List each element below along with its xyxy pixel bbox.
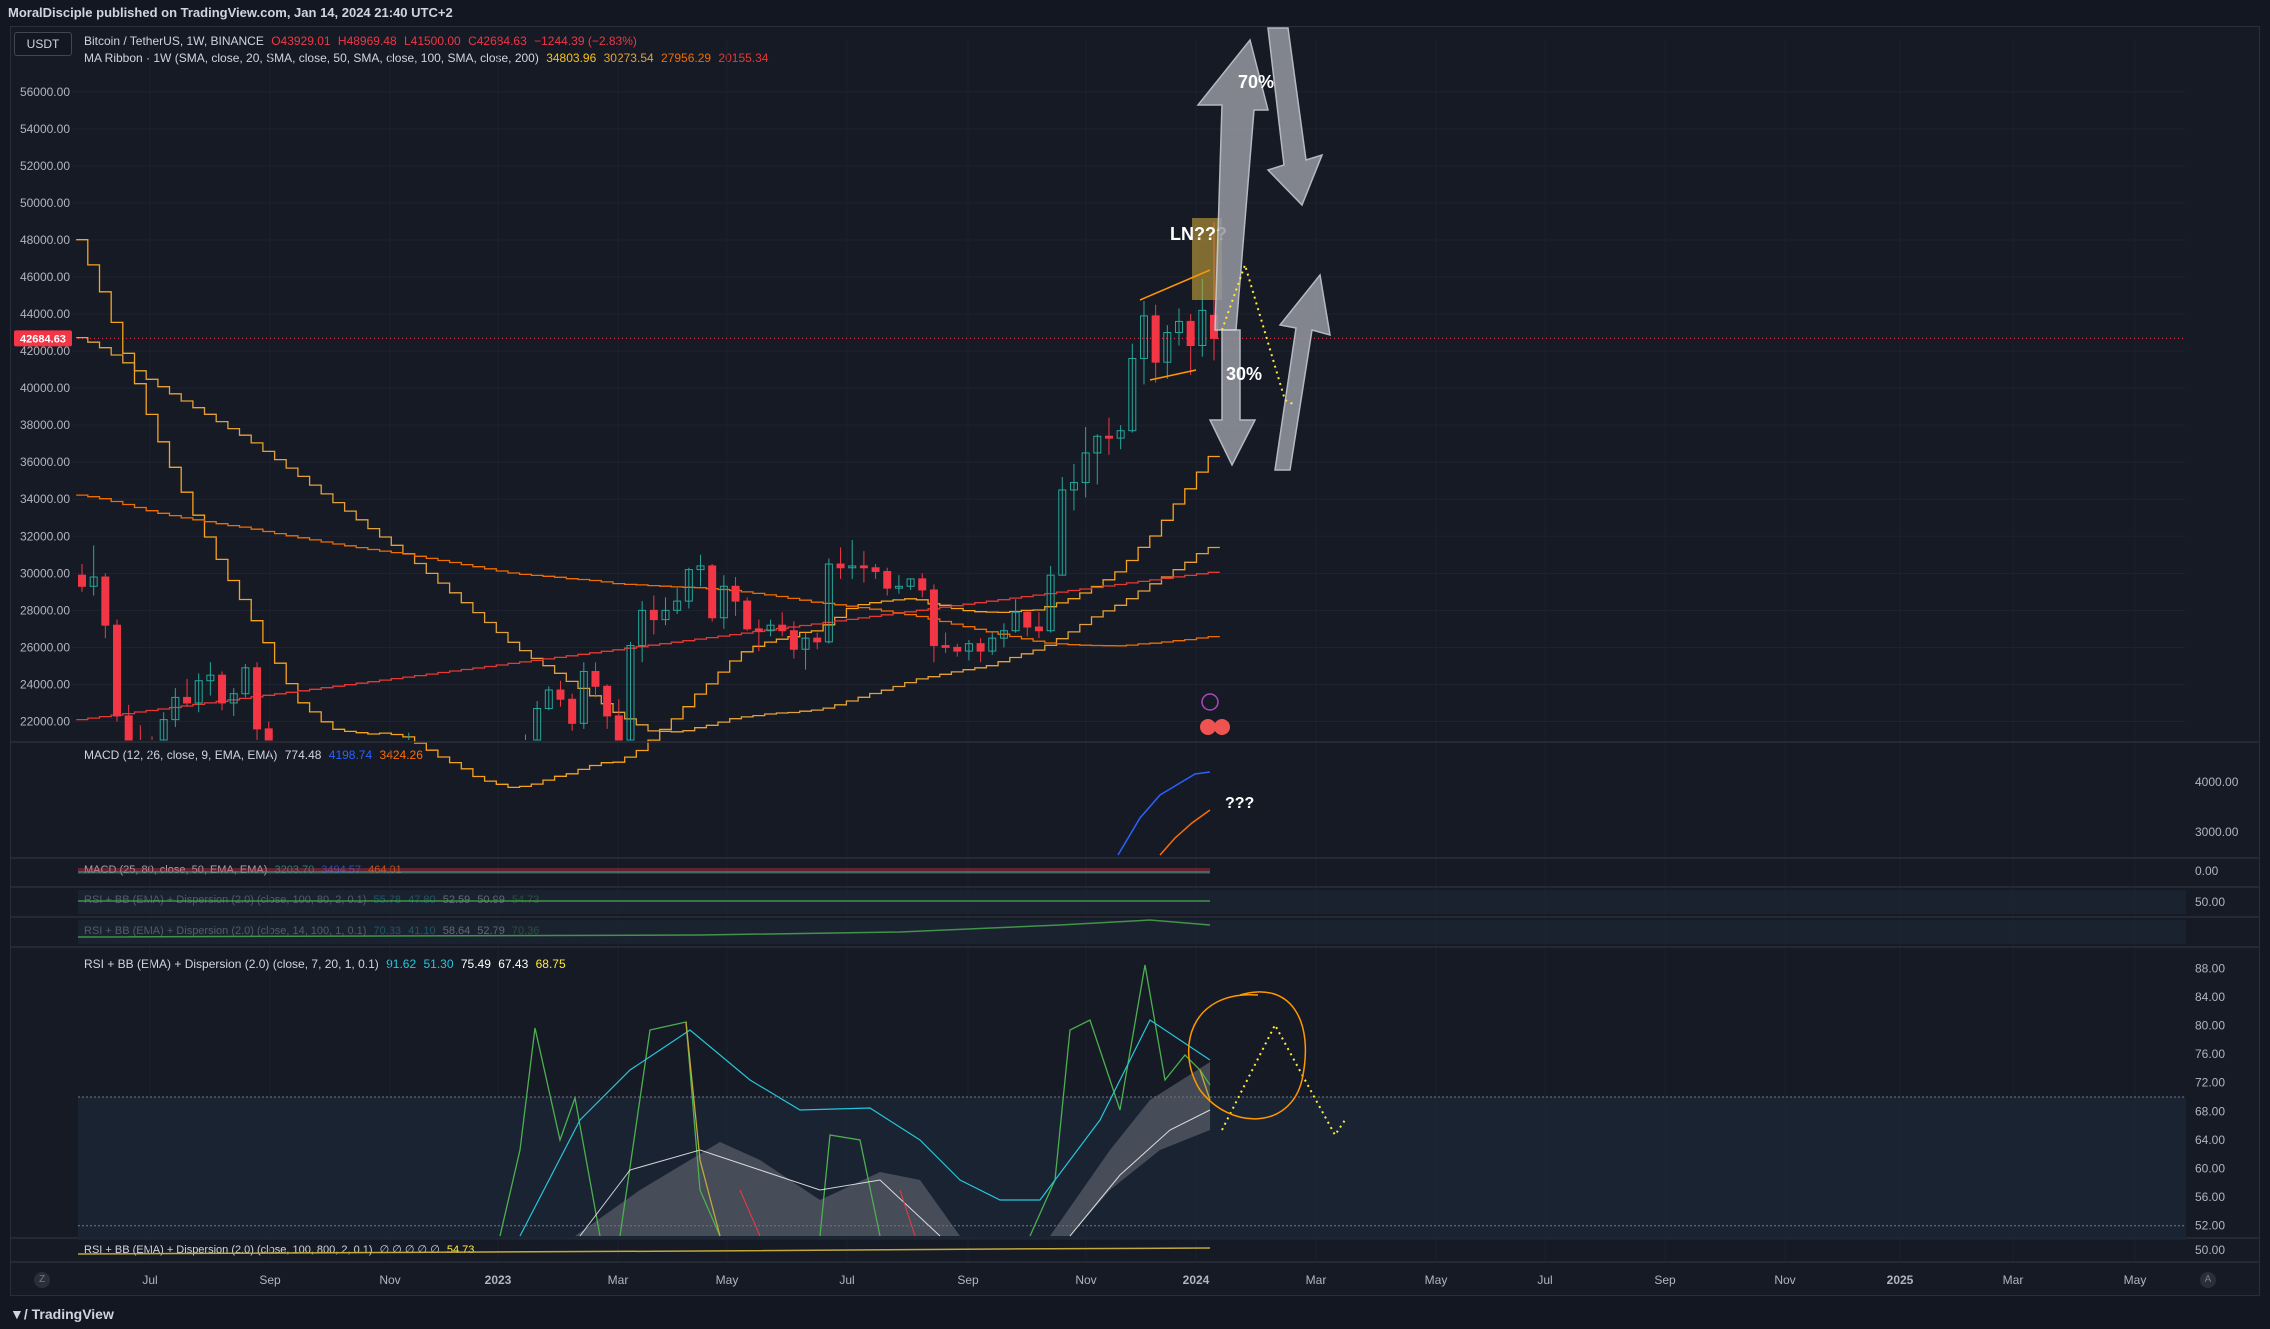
macd2-legend: MACD (25, 80, close, 50, EMA, EMA) 3203.… <box>84 864 406 876</box>
ohlc-low: L41500.00 <box>403 34 461 48</box>
symbol-name: Bitcoin / TetherUS, 1W, BINANCE <box>84 34 264 48</box>
rsi4-v2: 54.73 <box>446 1244 475 1256</box>
macd1-legend: MACD (12, 26, close, 9, EMA, EMA) 774.48… <box>84 748 427 762</box>
rsi2-legend: RSI + BB (EMA) + Dispersion (2.0) (close… <box>84 925 543 937</box>
ma-legend-v2: 30273.54 <box>603 51 654 65</box>
ohlc-open: O43929.01 <box>271 34 331 48</box>
rsi2-v5: 70.36 <box>511 925 540 937</box>
ma-legend: MA Ribbon · 1W (SMA, close, 20, SMA, clo… <box>84 51 772 65</box>
rsi3-legend: RSI + BB (EMA) + Dispersion (2.0) (close… <box>84 957 570 971</box>
rsi1-v2: 47.80 <box>408 894 436 906</box>
rsi1-v3: 52.59 <box>442 894 471 906</box>
rsi4-name: RSI + BB (EMA) + Dispersion (2.0) (close… <box>84 1244 373 1256</box>
rsi2-v2: 41.10 <box>408 925 436 937</box>
rsi1-legend: RSI + BB (EMA) + Dispersion (2.0) (close… <box>84 894 543 906</box>
published-header: MoralDisciple published on TradingView.c… <box>0 0 2270 26</box>
ma-legend-v3: 27956.29 <box>661 51 712 65</box>
rsi1-v5: 54.73 <box>511 894 540 906</box>
macd2-v3: 464.01 <box>368 864 402 876</box>
ohlc-high: H48969.48 <box>337 34 397 48</box>
macd1-v1: 774.48 <box>284 748 322 762</box>
currency-button[interactable]: USDT <box>14 32 72 56</box>
rsi2-v4: 52.79 <box>477 925 505 937</box>
rsi1-v1: 55.78 <box>373 894 402 906</box>
rsi1-name: RSI + BB (EMA) + Dispersion (2.0) (close… <box>84 894 367 906</box>
rsi2-v1: 70.33 <box>373 925 402 937</box>
rsi1-v4: 50.99 <box>477 894 505 906</box>
rsi3-v5: 68.75 <box>535 957 566 971</box>
rsi3-v4: 67.43 <box>498 957 529 971</box>
macd2-v1: 3203.70 <box>274 864 315 876</box>
macd2-v2: 3494.57 <box>321 864 362 876</box>
macd1-v2: 4198.74 <box>328 748 373 762</box>
brand-label: TradingView <box>31 1306 114 1322</box>
rsi3-v1: 91.62 <box>386 957 417 971</box>
chart-frame[interactable] <box>10 26 2260 1296</box>
auto-scale-button[interactable]: A <box>2200 1272 2216 1288</box>
footer-bar <box>0 1300 2270 1329</box>
ma-legend-name: MA Ribbon · 1W (SMA, close, 20, SMA, clo… <box>84 51 539 65</box>
zoom-reset-button[interactable]: Z <box>34 1272 50 1288</box>
ohlc-close: C42684.63 <box>468 34 527 48</box>
macd2-name: MACD (25, 80, close, 50, EMA, EMA) <box>84 864 268 876</box>
tradingview-logo[interactable]: ▼/ TradingView <box>10 1306 114 1322</box>
rsi2-name: RSI + BB (EMA) + Dispersion (2.0) (close… <box>84 925 367 937</box>
rsi4-legend: RSI + BB (EMA) + Dispersion (2.0) (close… <box>84 1243 478 1256</box>
rsi3-v3: 75.49 <box>460 957 491 971</box>
tv-icon: ▼/ <box>10 1306 32 1322</box>
ma-legend-v4: 20155.34 <box>718 51 769 65</box>
rsi2-v3: 58.64 <box>442 925 471 937</box>
rsi3-name: RSI + BB (EMA) + Dispersion (2.0) (close… <box>84 957 379 971</box>
macd1-v3: 3424.26 <box>379 748 423 762</box>
rsi3-v2: 51.30 <box>423 957 454 971</box>
ohlc-change: −1244.39 (−2.83%) <box>534 34 637 48</box>
ma-legend-v1: 34803.96 <box>546 51 597 65</box>
rsi4-v1: ∅ ∅ ∅ ∅ ∅ <box>379 1244 440 1256</box>
macd1-name: MACD (12, 26, close, 9, EMA, EMA) <box>84 748 278 762</box>
symbol-legend: Bitcoin / TetherUS, 1W, BINANCE O43929.0… <box>84 34 641 48</box>
